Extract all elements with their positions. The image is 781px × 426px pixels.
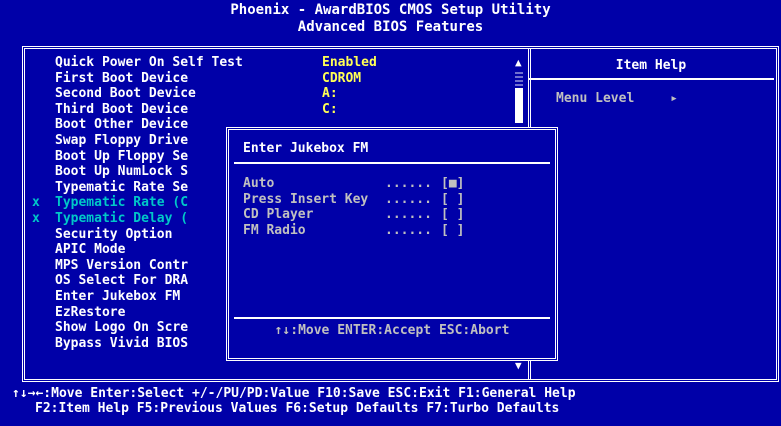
setting-label: OS Select For DRA <box>55 273 189 289</box>
setting-label: Show Logo On Scre <box>55 320 189 336</box>
setting-label: Bypass Vivid BIOS <box>55 335 189 351</box>
setting-label: Typematic Rate Se <box>55 179 189 195</box>
app-title: Phoenix - AwardBIOS CMOS Setup Utility <box>230 2 551 18</box>
help-divider <box>528 78 774 80</box>
popup-title: Enter Jukebox FM <box>243 141 369 156</box>
setting-row[interactable]: Enter Jukebox FM <box>55 289 180 304</box>
popup-option-label: Press Insert Key <box>243 191 369 207</box>
setting-row[interactable]: EzRestore <box>55 305 125 320</box>
setting-value[interactable]: C: <box>322 102 338 117</box>
page-title: Advanced BIOS Features <box>297 19 484 35</box>
popup-divider <box>234 162 550 164</box>
menu-level-arrow-icon: ▸ <box>670 91 678 106</box>
popup-option-dots: ...... <box>385 191 432 207</box>
setting-row[interactable]: Show Logo On Scre <box>55 320 188 335</box>
popup-option-dots: ...... <box>385 222 432 238</box>
popup-footer: ↑↓:Move ENTER:Accept ESC:Abort <box>274 323 510 338</box>
popup-option[interactable]: CD Player...... [ ] <box>243 207 464 222</box>
popup-option[interactable]: Press Insert Key...... [ ] <box>243 191 464 207</box>
setting-row[interactable]: Second Boot Device A: <box>55 86 338 102</box>
setting-label: Boot Up Floppy Se <box>55 148 189 164</box>
popup-footer-divider <box>234 317 550 319</box>
popup-option-dots: ...... <box>385 207 432 222</box>
setting-row[interactable]: APIC Mode <box>55 242 125 257</box>
popup-option-label: Auto <box>243 176 275 191</box>
popup-option-label: CD Player <box>243 207 314 222</box>
popup-option-checkbox[interactable]: [ ] <box>441 192 464 207</box>
setting-value[interactable]: Enabled <box>322 55 377 70</box>
setting-row[interactable]: Security Option <box>55 227 172 242</box>
scroll-thumb[interactable] <box>515 88 523 123</box>
disabled-marker: x <box>32 195 40 211</box>
setting-row[interactable]: MPS Version Contr <box>55 258 188 273</box>
popup-option-dots: ...... <box>385 176 432 191</box>
setting-label: Security Option <box>55 226 173 242</box>
setting-value[interactable]: A: <box>322 86 338 101</box>
setting-label: Boot Up NumLock S <box>55 164 189 180</box>
setting-row[interactable]: x Typematic Delay ( <box>32 211 189 226</box>
popup-option-checkbox[interactable]: [■] <box>441 176 464 191</box>
setting-label: APIC Mode <box>55 242 126 258</box>
setting-row[interactable]: Boot Up NumLock S <box>55 164 188 179</box>
popup-option-label: FM Radio <box>243 222 306 238</box>
setting-label: Typematic Delay ( <box>55 211 189 226</box>
setting-row[interactable]: Boot Other Device <box>55 117 188 132</box>
setting-label: Swap Floppy Drive <box>55 133 189 148</box>
setting-row[interactable]: x Typematic Rate (C <box>32 195 189 211</box>
item-help-title: Item Help <box>615 58 687 73</box>
menu-level-label: Menu Level <box>556 91 635 106</box>
setting-label: Third Boot Device <box>55 101 189 117</box>
setting-row[interactable]: Bypass Vivid BIOSDisabled <box>55 335 385 351</box>
scroll-up-icon[interactable]: ▲ <box>515 56 522 69</box>
menu-level: Menu Level ▸ <box>556 91 678 106</box>
setting-row[interactable]: Swap Floppy Drive <box>55 133 188 148</box>
setting-row[interactable]: Typematic Rate Se <box>55 180 188 195</box>
setting-label: MPS Version Contr <box>55 257 189 273</box>
setting-row[interactable]: Quick Power On Self Test Enabled <box>55 55 377 70</box>
setting-row[interactable]: OS Select For DRA <box>55 273 188 288</box>
setting-row[interactable]: First Boot Device CDROM <box>55 70 361 86</box>
key-legend-line-2: F2:Item Help F5:Previous Values F6:Setup… <box>35 401 560 416</box>
popup-option[interactable]: Auto...... [■] <box>243 176 464 191</box>
setting-label: Second Boot Device <box>55 86 196 102</box>
setting-label: Enter Jukebox FM <box>55 289 181 304</box>
key-legend-line-1: ↑↓→←:Move Enter:Select +/-/PU/PD:Value F… <box>12 386 576 401</box>
scroll-track-fill <box>515 70 523 86</box>
setting-label: EzRestore <box>55 304 126 320</box>
setting-row[interactable]: Third Boot Device C: <box>55 101 338 117</box>
popup-option[interactable]: FM Radio...... [ ] <box>243 222 464 238</box>
setting-label: Boot Other Device <box>55 117 189 133</box>
setting-row[interactable]: Boot Up Floppy Se <box>55 149 188 164</box>
popup-option-checkbox[interactable]: [ ] <box>441 207 464 222</box>
popup-option-checkbox[interactable]: [ ] <box>441 223 464 238</box>
setting-value[interactable]: CDROM <box>322 71 361 86</box>
setting-label: Typematic Rate (C <box>55 195 189 211</box>
disabled-marker: x <box>32 211 40 226</box>
jukebox-popup: Enter Jukebox FM Auto...... [■] Press Inse… <box>226 127 558 361</box>
title-bar: Phoenix - AwardBIOS CMOS Setup Utility A… <box>0 0 781 44</box>
setting-label: Quick Power On Self Test <box>55 55 243 70</box>
setting-label: First Boot Device <box>55 70 189 86</box>
